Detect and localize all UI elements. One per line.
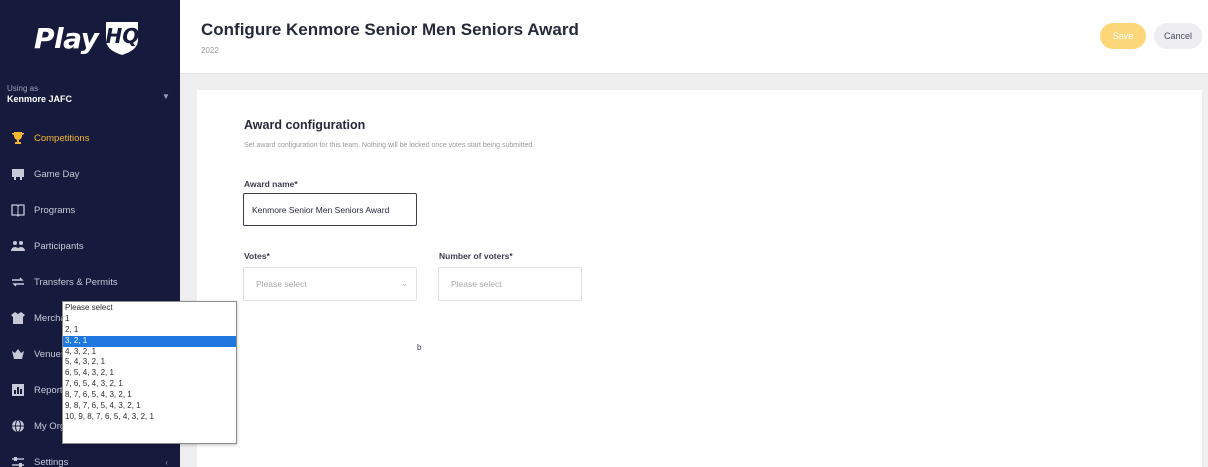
using-as-label: Using as xyxy=(7,84,39,93)
award-name-input[interactable]: Kenmore Senior Men Seniors Award xyxy=(243,193,417,226)
votes-option[interactable]: 2, 1 xyxy=(63,325,236,336)
votes-option[interactable]: 1 xyxy=(63,314,236,325)
votes-option[interactable]: 9, 8, 7, 6, 5, 4, 3, 2, 1 xyxy=(63,401,236,412)
save-button[interactable]: Save xyxy=(1100,23,1146,49)
page-header: Configure Kenmore Senior Men Seniors Awa… xyxy=(180,0,1208,74)
voters-select-value: Please select xyxy=(451,279,502,289)
votes-option[interactable]: 6, 5, 4, 3, 2, 1 xyxy=(63,368,236,379)
sidebar-item-game-day[interactable]: Game Day xyxy=(0,156,180,192)
sidebar-item-transfers-permits[interactable]: Transfers & Permits xyxy=(0,264,180,300)
arrows-icon xyxy=(10,274,26,290)
trophy-icon xyxy=(10,130,26,146)
chart-icon xyxy=(10,382,26,398)
logo-badge: HQ xyxy=(102,20,142,56)
sliders-icon xyxy=(10,454,26,467)
sidebar-item-label: Venues xyxy=(34,348,66,360)
sidebar-item-label: Programs xyxy=(34,204,76,216)
award-name-label: Award name* xyxy=(244,179,298,189)
votes-select-value: Please select xyxy=(256,279,307,289)
voters-label: Number of voters* xyxy=(439,251,513,261)
sidebar-item-competitions[interactable]: Competitions xyxy=(0,120,180,156)
chevron-down-icon[interactable]: ▼ xyxy=(162,92,170,101)
logo-badge-text: HQ xyxy=(105,24,140,48)
page-title: Configure Kenmore Senior Men Seniors Awa… xyxy=(201,20,579,39)
sidebar-item-label: Participants xyxy=(34,240,84,252)
sidebar-item-programs[interactable]: Programs xyxy=(0,192,180,228)
votes-select[interactable]: Please select ⌄ xyxy=(243,267,417,301)
scoreboard-icon xyxy=(10,166,26,182)
sidebar-item-label: Settings xyxy=(34,456,69,467)
sidebar-item-participants[interactable]: Participants xyxy=(0,228,180,264)
shirt-icon xyxy=(10,310,26,326)
votes-option[interactable]: Please select xyxy=(63,303,236,314)
sidebar-item-settings[interactable]: Settings ‹ xyxy=(0,444,180,467)
section-description: Set award configuration for this team. N… xyxy=(244,142,535,149)
book-icon xyxy=(10,202,26,218)
cancel-button[interactable]: Cancel xyxy=(1154,23,1202,49)
votes-dropdown-list[interactable]: Please select 1 2, 1 3, 2, 1 4, 3, 2, 1 5, 4,… xyxy=(62,301,237,444)
votes-label: Votes* xyxy=(244,251,270,261)
sidebar-item-label: Game Day xyxy=(34,168,80,180)
section-title: Award configuration xyxy=(244,118,366,132)
org-switcher[interactable]: Kenmore JAFC xyxy=(7,94,72,104)
main-content: Award configuration Set award configurat… xyxy=(180,74,1208,467)
votes-option[interactable]: 7, 6, 5, 4, 3, 2, 1 xyxy=(63,379,236,390)
award-config-card: Award configuration Set award configurat… xyxy=(197,90,1202,467)
voters-select[interactable]: Please select xyxy=(438,267,582,301)
votes-option[interactable]: 3, 2, 1 xyxy=(63,335,236,347)
obscured-text: b xyxy=(417,343,422,352)
votes-option[interactable]: 5, 4, 3, 2, 1 xyxy=(63,357,236,368)
votes-option[interactable]: 10, 9, 8, 7, 6, 5, 4, 3, 2, 1 xyxy=(63,412,236,423)
logo-text: Play xyxy=(34,21,99,55)
votes-option[interactable]: 8, 7, 6, 5, 4, 3, 2, 1 xyxy=(63,390,236,401)
chevron-down-icon: ‹ xyxy=(165,457,168,467)
chevron-down-icon: ⌄ xyxy=(401,279,408,288)
page-subtitle: 2022 xyxy=(201,46,219,55)
stadium-icon xyxy=(10,346,26,362)
sidebar-item-label: Transfers & Permits xyxy=(34,276,118,288)
people-icon xyxy=(10,238,26,254)
sidebar-item-label: Competitions xyxy=(34,132,90,144)
votes-option[interactable]: 4, 3, 2, 1 xyxy=(63,347,236,358)
playhq-logo[interactable]: Play HQ xyxy=(34,18,154,58)
globe-icon xyxy=(10,418,26,434)
